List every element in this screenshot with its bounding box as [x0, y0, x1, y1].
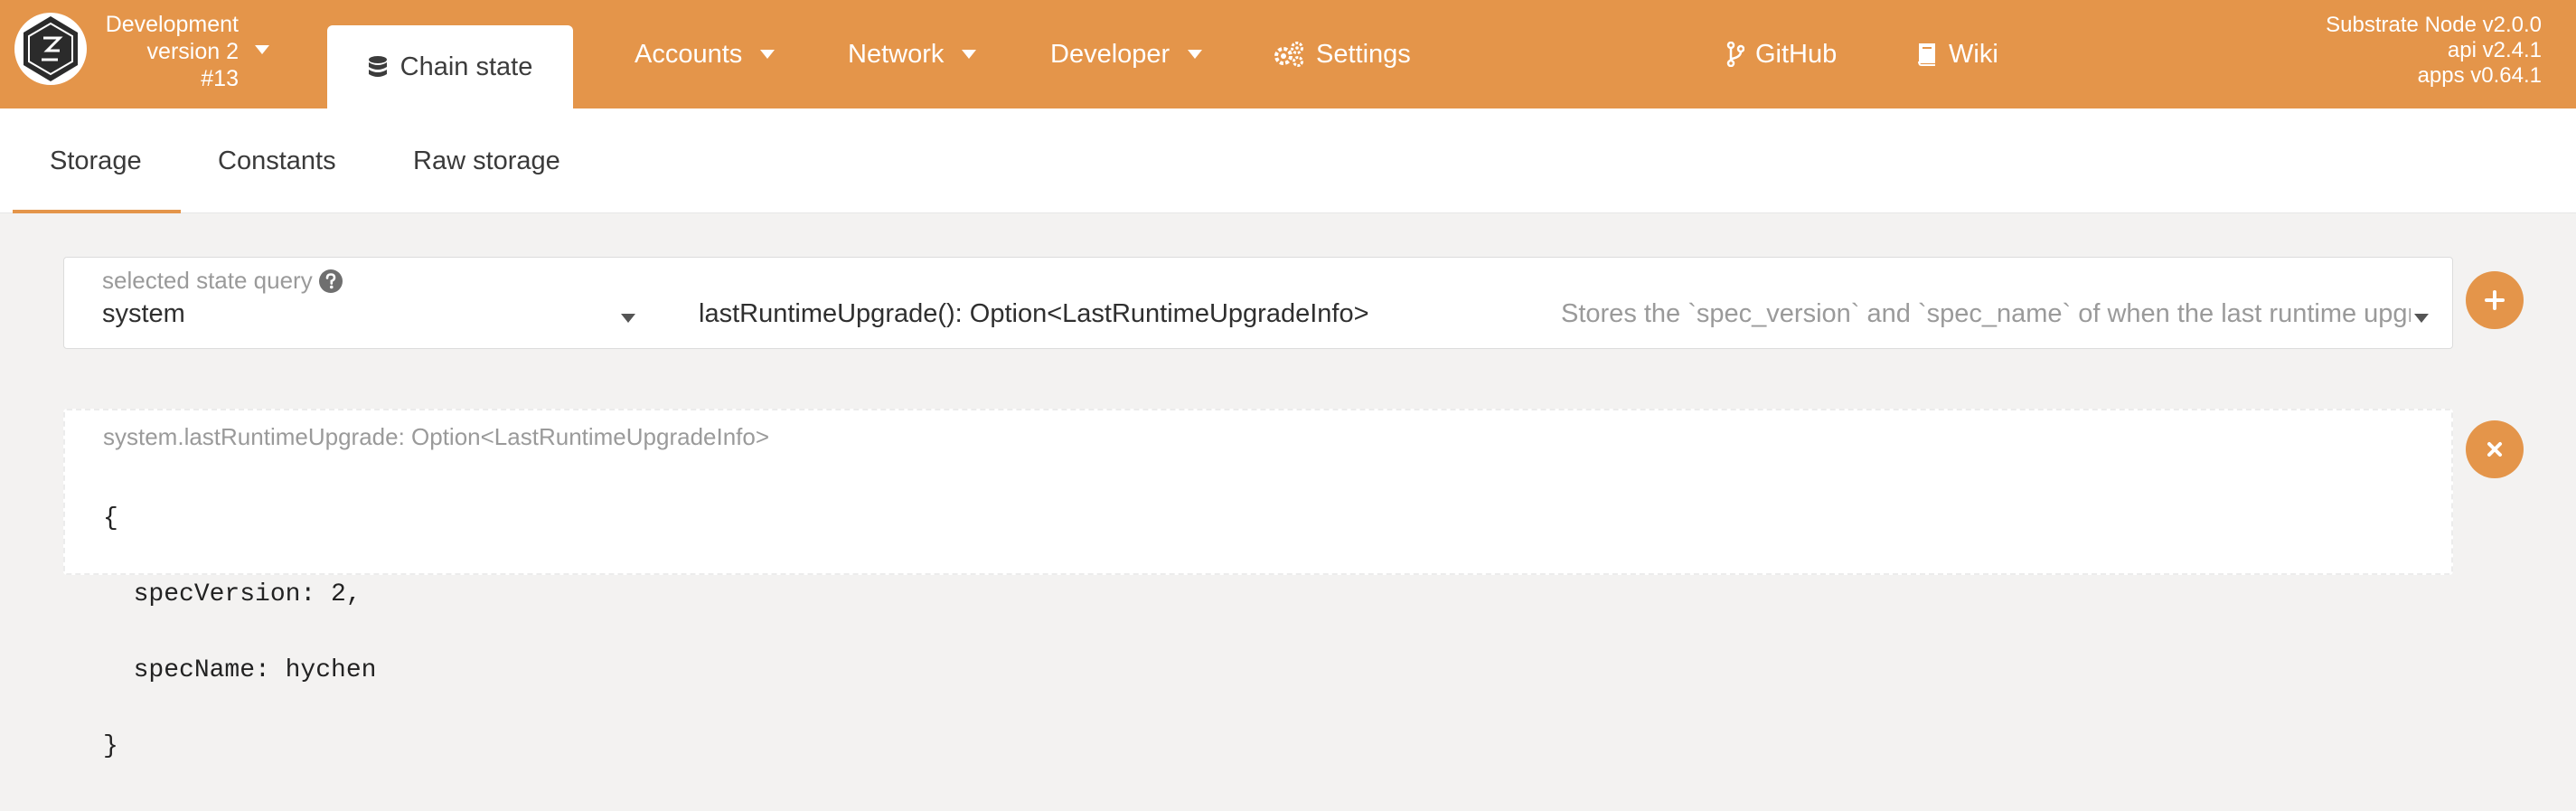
- api-version: api v2.4.1: [2447, 38, 2542, 62]
- chevron-down-icon[interactable]: [2414, 314, 2429, 323]
- result-value: { specVersion: 2, specName: hychen }: [103, 456, 376, 810]
- sub-tabs: Storage Constants Raw storage: [0, 108, 2576, 213]
- chain-selector[interactable]: Development version 2 #13: [90, 11, 239, 92]
- chevron-down-icon[interactable]: [621, 314, 635, 323]
- chain-block-number: #13: [201, 66, 239, 91]
- chain-name: Development: [105, 12, 239, 37]
- result-line: {: [103, 505, 118, 533]
- substrate-logo-icon[interactable]: [13, 11, 89, 87]
- database-icon: [368, 55, 388, 79]
- state-query-panel: selected state query system lastRuntimeU…: [63, 257, 2453, 349]
- tab-raw-storage[interactable]: Raw storage: [413, 108, 560, 213]
- nav-github-label: GitHub: [1755, 39, 1838, 69]
- tab-constants[interactable]: Constants: [218, 108, 336, 213]
- apps-version: apps v0.64.1: [2417, 63, 2542, 88]
- nav-wiki-label: Wiki: [1949, 39, 1998, 69]
- chevron-down-icon[interactable]: [255, 45, 269, 54]
- result-line: specVersion: 2,: [103, 580, 362, 608]
- query-result-panel: system.lastRuntimeUpgrade: Option<LastRu…: [63, 409, 2453, 759]
- nav-chain-state-label: Chain state: [400, 52, 533, 81]
- nav-github[interactable]: GitHub: [1726, 0, 1837, 108]
- question-circle-icon[interactable]: [318, 269, 343, 294]
- method-description: Stores the `spec_version` and `spec_name…: [1561, 299, 2411, 329]
- result-line: specName: hychen: [103, 656, 377, 684]
- nav-network-label: Network: [848, 39, 945, 69]
- add-query-button[interactable]: [2466, 271, 2524, 329]
- chevron-down-icon: [760, 50, 776, 59]
- chevron-down-icon: [962, 50, 977, 59]
- chevron-down-icon: [1188, 50, 1203, 59]
- result-label: system.lastRuntimeUpgrade: Option<LastRu…: [103, 423, 770, 450]
- nav-developer-label: Developer: [1050, 39, 1170, 69]
- nav-network[interactable]: Network: [848, 0, 977, 108]
- active-tab-indicator: [13, 210, 181, 213]
- version-info: Substrate Node v2.0.0 api v2.4.1 apps v0…: [2326, 13, 2542, 89]
- top-navbar: Development version 2 #13 Chain state Ac…: [0, 0, 2576, 108]
- gears-icon: [1273, 41, 1305, 68]
- plus-icon: [2485, 290, 2505, 310]
- nav-settings-label: Settings: [1316, 39, 1411, 69]
- chain-version: version 2: [146, 39, 239, 64]
- state-query-label-text: selected state query: [102, 267, 313, 294]
- method-description-text: Stores the `spec_version` and `spec_name…: [1561, 299, 2411, 328]
- remove-query-button[interactable]: [2466, 420, 2524, 478]
- section-select[interactable]: system: [102, 299, 185, 329]
- tab-storage[interactable]: Storage: [50, 108, 142, 213]
- method-select[interactable]: lastRuntimeUpgrade(): Option<LastRuntime…: [699, 299, 1369, 329]
- nav-accounts[interactable]: Accounts: [635, 0, 776, 108]
- nav-settings[interactable]: Settings: [1273, 0, 1411, 108]
- nav-accounts-label: Accounts: [635, 39, 743, 69]
- close-icon: [2487, 442, 2502, 457]
- book-icon: [1916, 42, 1938, 67]
- nav-developer[interactable]: Developer: [1050, 0, 1203, 108]
- code-branch-icon: [1726, 42, 1744, 67]
- node-version: Substrate Node v2.0.0: [2326, 13, 2542, 37]
- state-query-label: selected state query: [102, 267, 343, 295]
- nav-chain-state[interactable]: Chain state: [327, 25, 573, 108]
- nav-wiki[interactable]: Wiki: [1916, 0, 1998, 108]
- result-line: }: [103, 732, 118, 760]
